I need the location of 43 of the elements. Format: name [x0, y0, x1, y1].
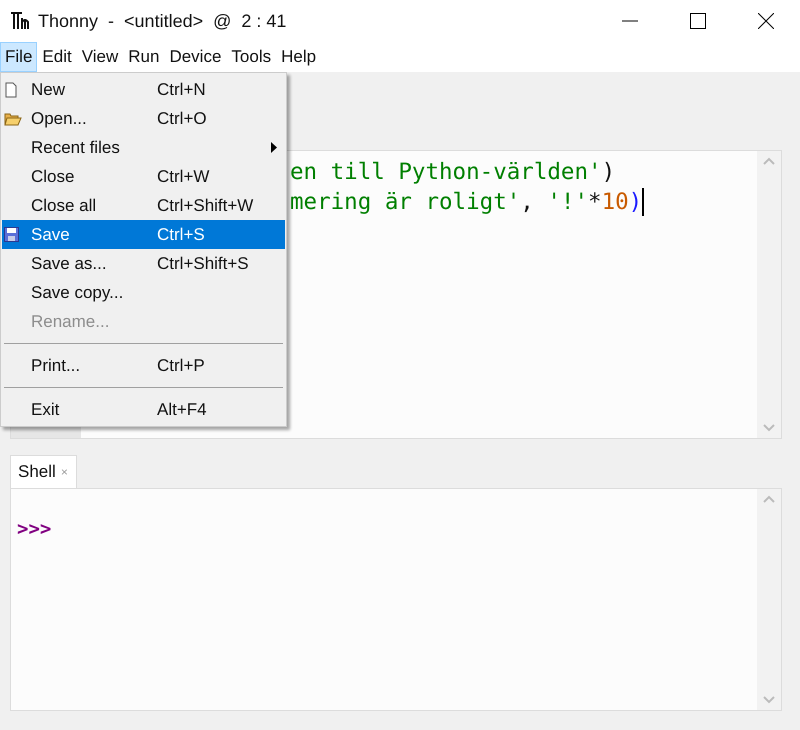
menu-item[interactable]: Edit [37, 42, 77, 72]
submenu-arrow-icon [271, 142, 277, 153]
scroll-down-icon[interactable] [763, 696, 775, 704]
close-icon [758, 13, 774, 29]
menu-item[interactable]: Run [123, 42, 164, 72]
app-logo-icon [10, 11, 32, 31]
code-token: ) [628, 188, 642, 217]
folder-icon [4, 112, 22, 126]
code-token: ) [602, 158, 616, 187]
scroll-up-icon[interactable] [763, 495, 775, 503]
scroll-down-icon[interactable] [763, 424, 775, 432]
shell-prompt: >>> [17, 518, 52, 540]
menu-item[interactable]: Tools [226, 42, 276, 72]
menu-entry[interactable]: Exit Alt+F4 [2, 395, 285, 424]
scrollbar[interactable] [757, 489, 781, 710]
code-token: mering är roligt' [290, 188, 520, 217]
menu-entry[interactable]: Save Ctrl+S [2, 220, 285, 249]
maximize-icon [690, 13, 706, 29]
scroll-up-icon[interactable] [763, 157, 775, 165]
minimize-icon [622, 20, 638, 22]
menu-entry[interactable]: New Ctrl+N [2, 75, 285, 104]
code-token: '!' [547, 188, 588, 217]
code-token: en till Python-världen' [290, 158, 602, 187]
new-file-icon [4, 82, 18, 98]
menu-entry[interactable]: Open... Ctrl+O [2, 104, 285, 133]
scrollbar[interactable] [757, 151, 781, 438]
menu-item[interactable]: Device [164, 42, 226, 72]
menu-entry[interactable]: Recent files [2, 133, 285, 162]
menu-item[interactable]: File [0, 42, 38, 72]
menu-entry[interactable]: Save as... Ctrl+Shift+S [2, 249, 285, 278]
window-title: Thonny - <untitled> @ 2 : 41 [38, 10, 286, 33]
menu-entry[interactable]: Close Ctrl+W [2, 162, 285, 191]
menu-entry[interactable]: Close all Ctrl+Shift+W [2, 191, 285, 220]
menu-item[interactable]: Help [276, 42, 322, 72]
menu-entry[interactable]: Save copy... [2, 278, 285, 307]
code-token: , [520, 188, 535, 217]
text-cursor [642, 188, 644, 216]
code-token: * [588, 188, 602, 217]
shell-tab[interactable]: Shell × [10, 455, 77, 488]
shell-tab-label: Shell [18, 461, 56, 484]
menu-entry[interactable]: Print... Ctrl+P [2, 351, 285, 380]
code-token: 10 [602, 188, 629, 217]
menu-item[interactable]: View [76, 42, 124, 72]
